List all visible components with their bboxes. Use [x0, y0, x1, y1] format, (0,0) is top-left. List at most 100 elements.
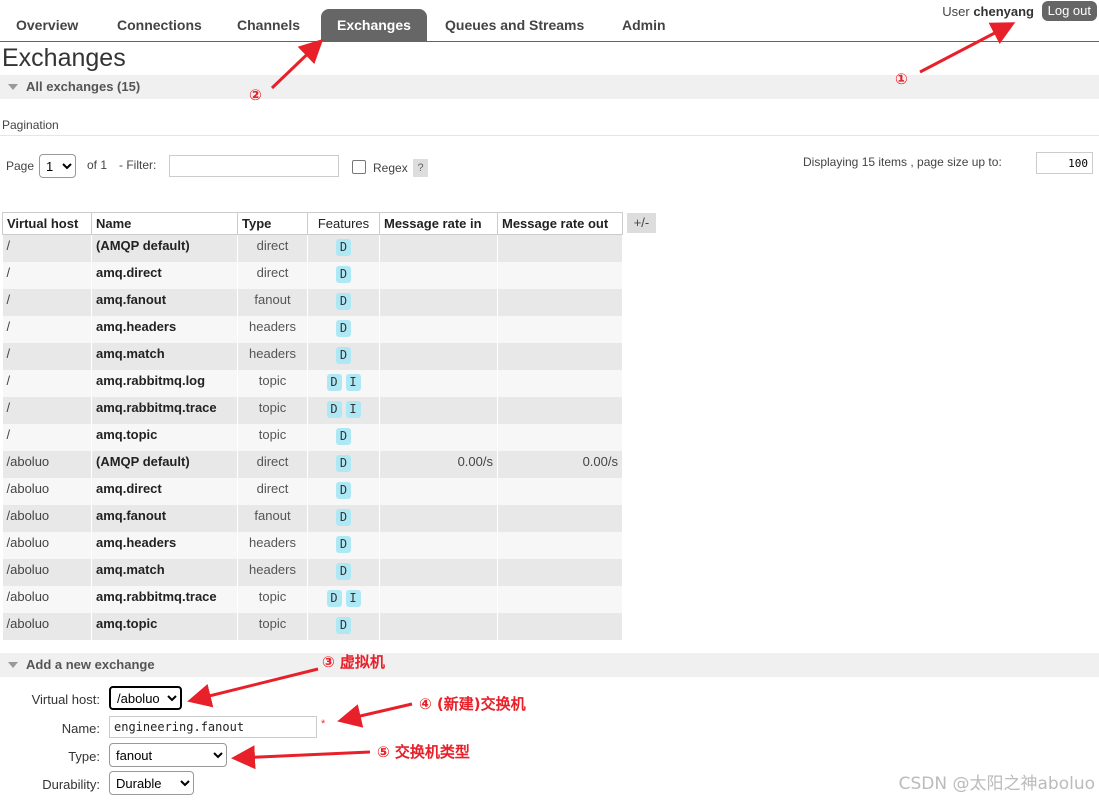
user-info: User chenyang [942, 4, 1034, 19]
cell-exchange-name-link[interactable]: (AMQP default) [91, 234, 238, 262]
internal-badge: I [345, 400, 361, 418]
tab-channels[interactable]: Channels [221, 9, 316, 41]
cell-exchange-name-link[interactable]: amq.fanout [91, 504, 238, 532]
page-select[interactable]: 1 [39, 154, 76, 178]
cell-message-rate-in [379, 423, 498, 451]
cell-features: D [307, 612, 380, 640]
cell-type: topic [237, 396, 308, 424]
table-row[interactable]: /aboluo amq.rabbitmq.trace topic D I [2, 585, 623, 613]
col-message-rate-in[interactable]: Message rate in [379, 212, 498, 235]
cell-type: headers [237, 315, 308, 343]
table-row[interactable]: /aboluo amq.direct direct D [2, 477, 623, 505]
regex-label: Regex [373, 161, 408, 175]
top-nav: Overview Connections Channels Exchanges … [0, 0, 1099, 42]
all-exchanges-toggle[interactable]: All exchanges (15) [0, 75, 1099, 99]
exchange-name-input[interactable] [109, 716, 317, 738]
table-row[interactable]: / amq.topic topic D [2, 423, 623, 451]
cell-exchange-name-link[interactable]: amq.rabbitmq.trace [91, 585, 238, 613]
table-row[interactable]: / amq.rabbitmq.log topic D I [2, 369, 623, 397]
page-title: Exchanges [2, 44, 126, 72]
col-type[interactable]: Type [237, 212, 308, 235]
cell-virtual-host: /aboluo [2, 504, 92, 532]
cell-exchange-name-link[interactable]: amq.rabbitmq.trace [91, 396, 238, 424]
cell-features: D [307, 288, 380, 316]
durability-select[interactable]: Durable [109, 771, 194, 795]
cell-message-rate-in [379, 612, 498, 640]
arrow-to-name-input [337, 702, 413, 728]
cell-exchange-name-link[interactable]: amq.match [91, 342, 238, 370]
cell-type: direct [237, 234, 308, 262]
annotation-2: ② [249, 86, 262, 104]
cell-exchange-name-link[interactable]: amq.rabbitmq.log [91, 369, 238, 397]
cell-message-rate-in [379, 531, 498, 559]
cell-exchange-name-link[interactable]: amq.fanout [91, 288, 238, 316]
cell-message-rate-in [379, 396, 498, 424]
cell-type: direct [237, 450, 308, 478]
vhost-select[interactable]: /aboluo [109, 686, 182, 710]
tab-overview[interactable]: Overview [0, 9, 94, 41]
table-row[interactable]: / amq.direct direct D [2, 261, 623, 289]
tab-connections[interactable]: Connections [101, 9, 218, 41]
durable-badge: D [326, 400, 342, 418]
all-exchanges-label: All exchanges (15) [26, 79, 141, 94]
cell-message-rate-out [497, 261, 623, 289]
durable-badge: D [336, 454, 351, 472]
cell-virtual-host: /aboluo [2, 585, 92, 613]
cell-features: DI [307, 585, 380, 613]
add-exchange-label: Add a new exchange [26, 657, 155, 672]
table-row[interactable]: /aboluo amq.fanout fanout D [2, 504, 623, 532]
internal-badge: I [345, 589, 361, 607]
cell-exchange-name-link[interactable]: amq.direct [91, 261, 238, 289]
filter-input[interactable] [169, 155, 339, 177]
durable-badge: D [326, 589, 342, 607]
table-row[interactable]: /aboluo amq.match headers D [2, 558, 623, 586]
cell-exchange-name-link[interactable]: amq.headers [91, 531, 238, 559]
cell-virtual-host: /aboluo [2, 558, 92, 586]
cell-virtual-host: / [2, 342, 92, 370]
cell-exchange-name-link[interactable]: (AMQP default) [91, 450, 238, 478]
cell-virtual-host: / [2, 369, 92, 397]
cell-message-rate-out [497, 531, 623, 559]
col-message-rate-out[interactable]: Message rate out [497, 212, 623, 235]
help-icon[interactable]: ? [413, 159, 428, 177]
cell-exchange-name-link[interactable]: amq.headers [91, 315, 238, 343]
cell-virtual-host: / [2, 423, 92, 451]
table-row[interactable]: / amq.rabbitmq.trace topic D I [2, 396, 623, 424]
cell-type: topic [237, 369, 308, 397]
durable-badge: D [336, 508, 351, 526]
cell-exchange-name-link[interactable]: amq.match [91, 558, 238, 586]
cell-exchange-name-link[interactable]: amq.topic [91, 612, 238, 640]
table-row[interactable]: /aboluo amq.topic topic D [2, 612, 623, 640]
logout-button[interactable]: Log out [1041, 1, 1097, 21]
cell-message-rate-out [497, 342, 623, 370]
col-name[interactable]: Name [91, 212, 238, 235]
watermark: CSDN @太阳之神aboluo [898, 774, 1095, 794]
cell-type: direct [237, 261, 308, 289]
tab-admin[interactable]: Admin [606, 9, 682, 41]
table-row[interactable]: / amq.match headers D [2, 342, 623, 370]
cell-exchange-name-link[interactable]: amq.direct [91, 477, 238, 505]
tab-queues-and-streams[interactable]: Queues and Streams [429, 9, 600, 41]
exchange-type-select[interactable]: fanout [109, 743, 227, 767]
page-size-input[interactable] [1036, 152, 1093, 174]
table-row[interactable]: / amq.fanout fanout D [2, 288, 623, 316]
cell-exchange-name-link[interactable]: amq.topic [91, 423, 238, 451]
of-pages-label: of 1 [87, 158, 108, 172]
durable-badge: D [336, 616, 351, 634]
cell-features: D [307, 261, 380, 289]
cell-features: DI [307, 369, 380, 397]
cell-message-rate-out: 0.00/s [497, 450, 623, 478]
collapse-triangle-icon [8, 84, 18, 90]
table-row[interactable]: /aboluo (AMQP default) direct D 0.00/s 0.00/s [2, 450, 623, 478]
table-row[interactable]: / amq.headers headers D [2, 315, 623, 343]
divider [0, 135, 1099, 136]
cell-message-rate-out [497, 504, 623, 532]
columns-toggle-button[interactable]: +/- [627, 213, 656, 233]
add-exchange-toggle[interactable]: Add a new exchange [0, 653, 1099, 677]
tab-exchanges[interactable]: Exchanges [321, 9, 427, 41]
collapse-triangle-icon [8, 662, 18, 668]
table-row[interactable]: / (AMQP default) direct D [2, 234, 623, 262]
col-virtual-host[interactable]: Virtual host [2, 212, 92, 235]
table-row[interactable]: /aboluo amq.headers headers D [2, 531, 623, 559]
regex-checkbox[interactable] [352, 160, 366, 174]
